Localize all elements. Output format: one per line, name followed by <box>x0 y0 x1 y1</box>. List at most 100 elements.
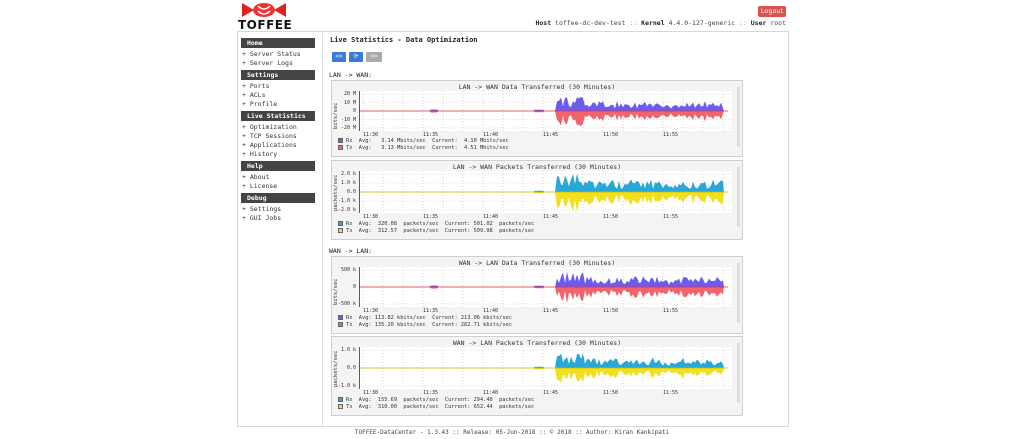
graph-wan-lan-packets: WAN -> LAN Packets Transferred (30 Minut… <box>331 336 743 416</box>
graph-legend: Rx Avg: 3.14 Mbits/sec Current: 4.10 Mbi… <box>338 138 509 152</box>
y-tick-label: -10 M <box>340 116 356 123</box>
y-tick-label: -1.0 k <box>337 198 356 204</box>
x-tick-label: 11:30 <box>363 214 379 220</box>
sidebar-item-server-status[interactable]: + Server Status <box>241 50 315 59</box>
next-button[interactable]: >> <box>366 52 382 62</box>
plot-area <box>359 171 732 213</box>
sidebar-item-gui-jobs[interactable]: + GUI Jobs <box>241 214 315 223</box>
graph-legend: Rx Avg: 113.82 kbits/sec Current: 213.06… <box>338 315 512 329</box>
sidebar: Home + Server Status + Server Logs Setti… <box>241 36 315 223</box>
graph-title: WAN -> LAN Packets Transferred (30 Minut… <box>452 339 622 347</box>
x-tick-label: 11:45 <box>543 132 559 138</box>
legend-swatch <box>338 138 343 143</box>
graph-legend: Rx Avg: 155.69 packets/sec Current: 294.… <box>338 397 534 411</box>
x-tick-label: 11:35 <box>423 308 439 314</box>
refresh-icon[interactable]: ⟳ <box>349 52 363 62</box>
legend-swatch <box>338 397 343 402</box>
sidebar-item-license[interactable]: + License <box>241 182 315 191</box>
legend-current: Current: 282.71 kbits/sec <box>432 322 512 328</box>
sidebar-item-debug-settings[interactable]: + Settings <box>241 205 315 214</box>
x-tick-label: 11:45 <box>543 390 559 396</box>
tx-series-area <box>359 192 724 212</box>
x-tick-label: 11:30 <box>363 390 379 396</box>
sidebar-item-tcp-sessions[interactable]: + TCP Sessions <box>241 132 315 141</box>
sidebar-heading-debug: Debug <box>241 193 315 203</box>
legend-key: Tx <box>346 228 353 234</box>
y-tick-label: 2.0 k <box>340 171 356 177</box>
legend-avg: Avg: 3.13 Mbits/sec <box>358 145 426 151</box>
y-tick-label: 1.0 k <box>340 180 356 186</box>
logout-button[interactable]: Logout <box>758 6 786 17</box>
sidebar-heading-home[interactable]: Home <box>241 38 315 48</box>
plot-area <box>359 347 732 389</box>
x-tick-label: 11:30 <box>363 308 379 314</box>
previous-button[interactable]: << <box>332 52 346 62</box>
legend-avg: Avg: 113.82 kbits/sec <box>358 315 426 321</box>
y-tick-label: -500 k <box>337 301 356 307</box>
x-tick-label: 11:50 <box>603 214 619 220</box>
y-tick-label: 1.0 k <box>340 347 356 353</box>
sidebar-heading-settings: Settings <box>241 70 315 80</box>
graph-side-strip <box>737 167 740 227</box>
sidebar-item-applications[interactable]: + Applications <box>241 141 315 150</box>
x-tick-label: 11:50 <box>603 390 619 396</box>
legend-swatch <box>338 315 343 320</box>
page-title: Live Statistics - Data Optimization <box>330 36 478 44</box>
main-content: Live Statistics - Data Optimization << ⟳… <box>322 33 784 426</box>
tx-series-area <box>359 287 724 304</box>
rx-series-area <box>359 96 724 111</box>
tx-series-area <box>359 111 724 127</box>
legend-row: Tx Avg: 3.13 Mbits/sec Current: 4.51 Mbi… <box>338 145 509 152</box>
x-tick-label: 11:45 <box>543 308 559 314</box>
sidebar-heading-live-statistics: Live Statistics <box>241 111 315 121</box>
graph-title: WAN -> LAN Data Transferred (30 Minutes) <box>458 259 616 267</box>
sidebar-item-optimization[interactable]: + Optimization <box>241 123 315 132</box>
graph-title: LAN -> WAN Data Transferred (30 Minutes) <box>458 83 616 91</box>
legend-key: Rx <box>346 397 353 403</box>
footer: TOFFEE-DataCenter - 1.3.43 :: Release: 0… <box>354 429 670 436</box>
legend-swatch <box>338 404 343 409</box>
graph-legend: Rx Avg: 320.08 packets/sec Current: 501.… <box>338 221 534 235</box>
x-tick-label: 11:55 <box>663 132 679 138</box>
x-tick-label: 11:40 <box>483 308 499 314</box>
sidebar-item-ports[interactable]: + Ports <box>241 82 315 91</box>
x-tick-label: 11:55 <box>663 214 679 220</box>
legend-avg: Avg: 320.08 packets/sec <box>358 221 439 227</box>
x-tick-label: 11:55 <box>663 390 679 396</box>
x-tick-label: 11:35 <box>423 390 439 396</box>
legend-key: Rx <box>346 138 353 144</box>
tx-series-area <box>359 368 724 384</box>
time-navigation: << ⟳ >> <box>332 52 382 62</box>
section-label-wan-lan: WAN -> LAN: <box>329 247 373 255</box>
y-tick-label: -1.0 k <box>337 383 356 389</box>
legend-row: Rx Avg: 155.69 packets/sec Current: 294.… <box>338 397 534 404</box>
y-tick-label: 0 <box>352 284 356 290</box>
legend-row: Rx Avg: 113.82 kbits/sec Current: 213.06… <box>338 315 512 322</box>
legend-current: Current: 213.06 kbits/sec <box>432 315 512 321</box>
legend-swatch <box>338 221 343 226</box>
y-tick-label: 10 M <box>343 99 356 106</box>
y-tick-label: 0.0 <box>346 189 356 195</box>
y-tick-label: -20 M <box>340 125 356 131</box>
legend-avg: Avg: 310.00 packets/sec <box>358 404 439 410</box>
sidebar-item-acls[interactable]: + ACLs <box>241 91 315 100</box>
graph-side-strip <box>737 263 740 323</box>
legend-avg: Avg: 312.57 packets/sec <box>358 228 439 234</box>
graph-wan-lan-data: WAN -> LAN Data Transferred (30 Minutes)… <box>331 256 743 334</box>
legend-row: Rx Avg: 3.14 Mbits/sec Current: 4.10 Mbi… <box>338 138 509 145</box>
plot-area <box>359 91 732 131</box>
rx-series-area <box>359 271 724 287</box>
x-tick-label: 11:40 <box>483 214 499 220</box>
brand-name: TOFFEE <box>238 18 293 32</box>
sidebar-item-server-logs[interactable]: + Server Logs <box>241 59 315 68</box>
sidebar-item-about[interactable]: + About <box>241 173 315 182</box>
legend-avg: Avg: 135.20 kbits/sec <box>358 322 426 328</box>
y-tick-label: 0 <box>352 108 356 114</box>
x-tick-label: 11:50 <box>603 308 619 314</box>
traffic-graph-svg <box>359 267 732 307</box>
legend-row: Rx Avg: 320.08 packets/sec Current: 501.… <box>338 221 534 228</box>
sidebar-item-history[interactable]: + History <box>241 150 315 159</box>
legend-swatch <box>338 322 343 327</box>
traffic-graph-svg <box>359 91 732 131</box>
sidebar-item-profile[interactable]: + Profile <box>241 100 315 109</box>
